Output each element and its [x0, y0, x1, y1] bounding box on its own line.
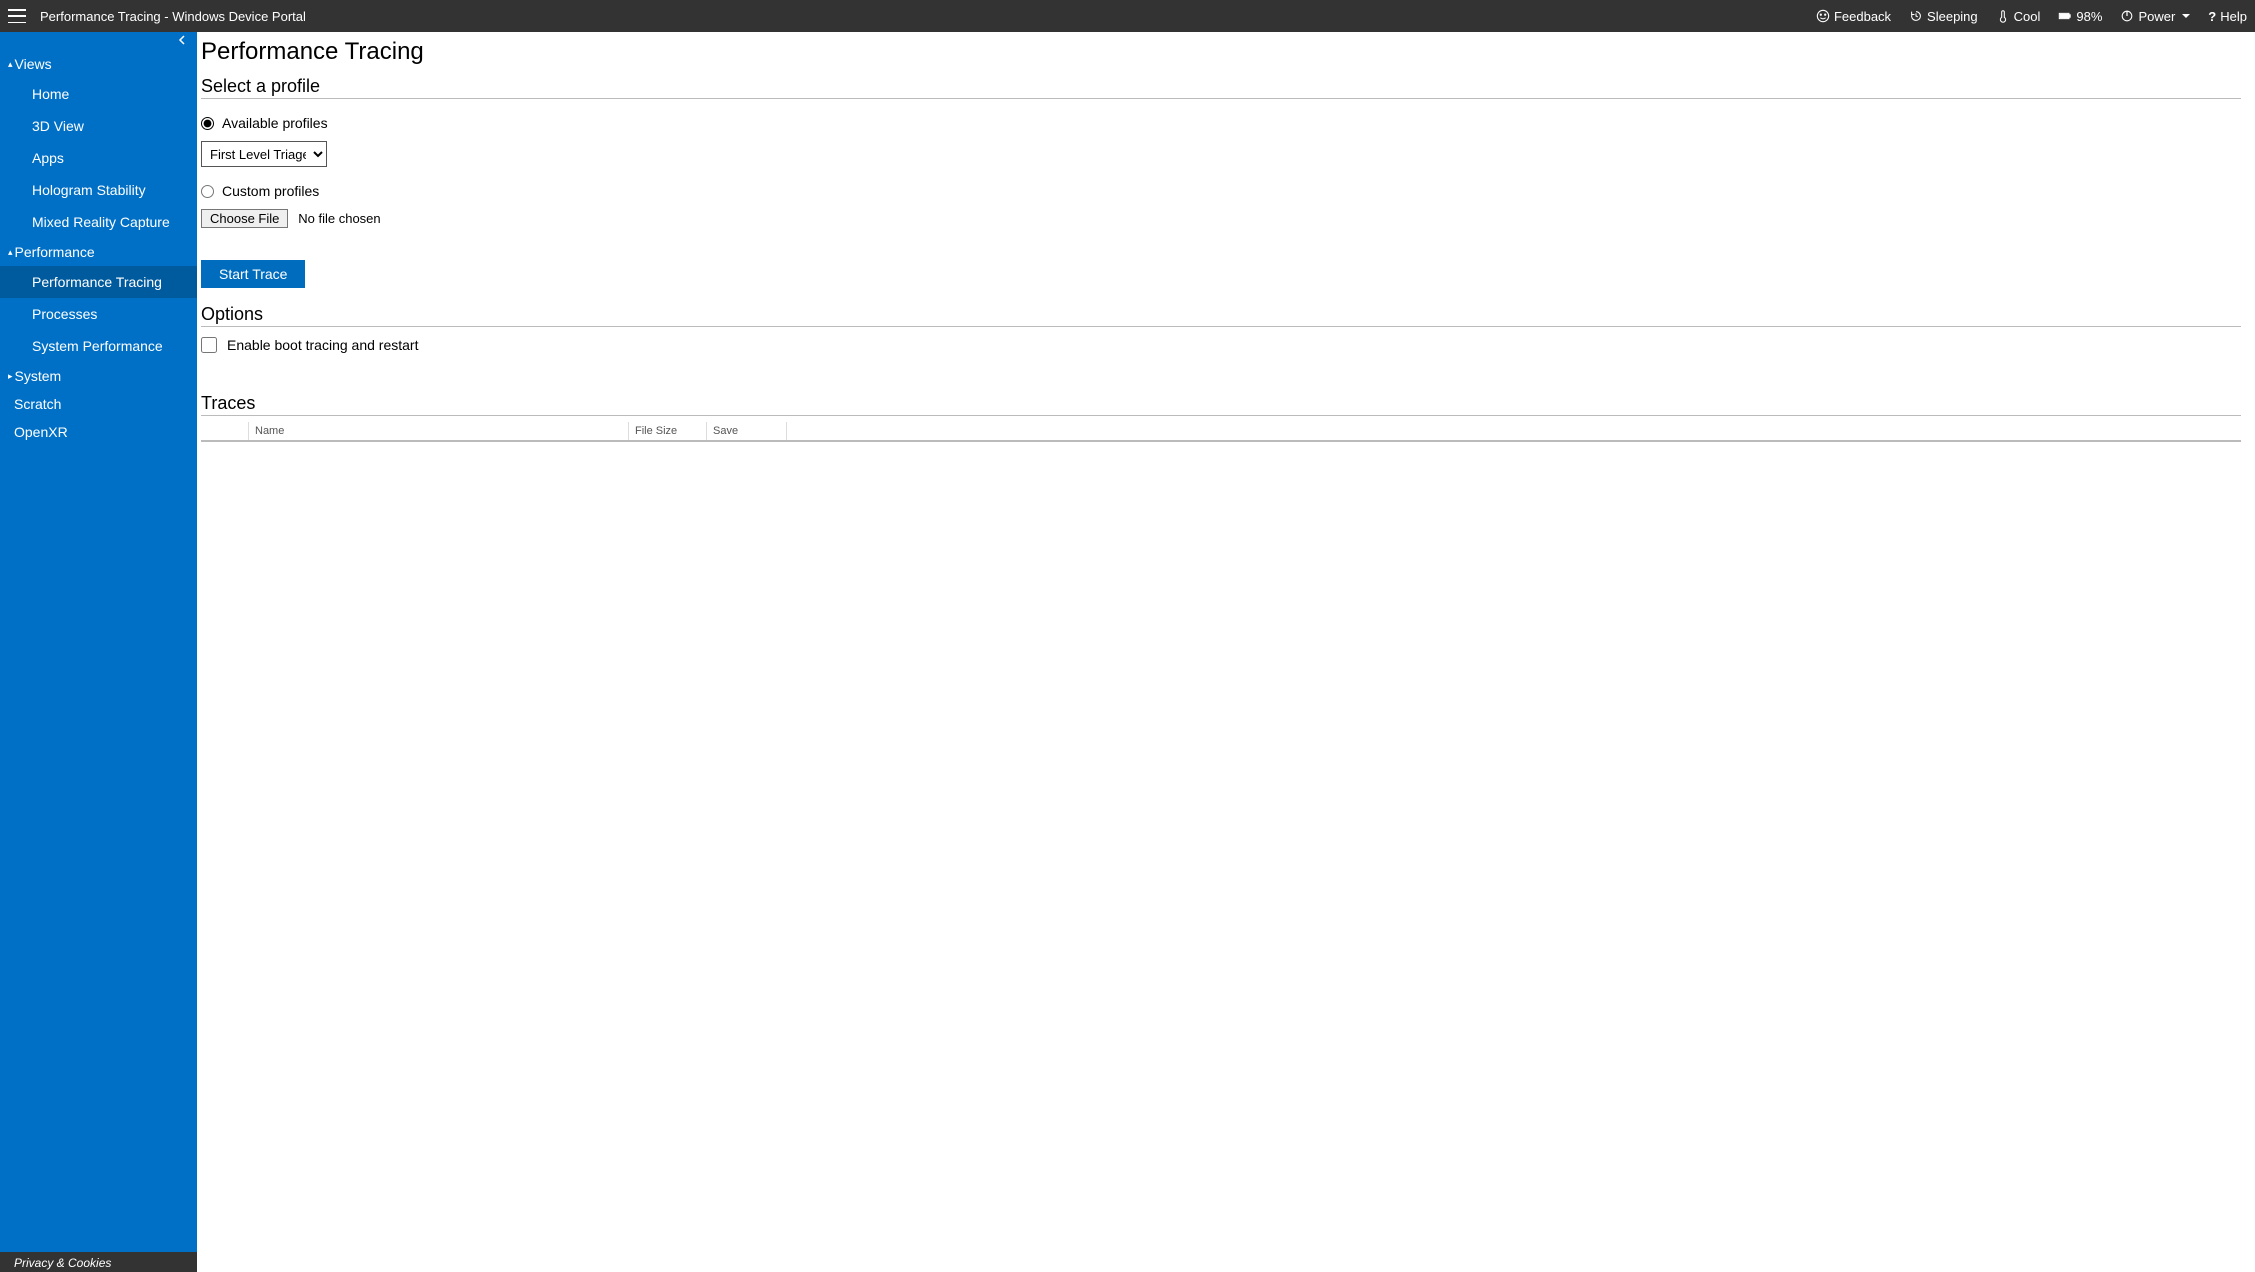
sidebar-item-home[interactable]: Home	[0, 78, 197, 110]
chevron-left-icon	[177, 35, 187, 45]
custom-profiles-radio[interactable]	[201, 185, 214, 198]
sleeping-status[interactable]: Sleeping	[1909, 9, 1978, 24]
privacy-cookies-link[interactable]: Privacy & Cookies	[0, 1252, 197, 1272]
help-button[interactable]: ? Help	[2208, 9, 2247, 24]
traces-table-header: Name File Size Save	[201, 422, 2241, 442]
page-title: Performance Tracing	[201, 38, 2241, 66]
feedback-button[interactable]: Feedback	[1816, 9, 1891, 24]
sleeping-label: Sleeping	[1927, 9, 1978, 24]
sidebar-section-views[interactable]: ▴ Views	[0, 50, 197, 78]
chevron-down-icon	[2182, 14, 2190, 18]
custom-profiles-radio-row: Custom profiles	[201, 183, 2241, 199]
options-heading: Options	[201, 304, 2241, 327]
sidebar-item-processes[interactable]: Processes	[0, 298, 197, 330]
temperature-status[interactable]: Cool	[1996, 9, 2041, 24]
triangle-down-icon: ▴	[8, 248, 13, 257]
triangle-right-icon: ▸	[8, 372, 13, 381]
sidebar-item-scratch[interactable]: Scratch	[0, 390, 197, 418]
traces-col-save: Save	[707, 422, 787, 440]
battery-icon	[2058, 9, 2072, 23]
top-header: Performance Tracing - Windows Device Por…	[0, 0, 2255, 32]
enable-boot-tracing-checkbox[interactable]	[201, 337, 217, 353]
available-profiles-radio-row: Available profiles	[201, 115, 2241, 131]
header-title: Performance Tracing - Windows Device Por…	[40, 9, 306, 24]
power-menu[interactable]: Power	[2120, 9, 2190, 24]
choose-file-button[interactable]: Choose File	[201, 209, 288, 228]
triangle-down-icon: ▴	[8, 60, 13, 69]
power-icon	[2120, 9, 2134, 23]
sidebar: ▴ Views Home 3D View Apps Hologram Stabi…	[0, 32, 197, 1272]
sidebar-collapse-button[interactable]	[0, 32, 197, 50]
battery-status[interactable]: 98%	[2058, 9, 2102, 24]
sidebar-item-system-performance[interactable]: System Performance	[0, 330, 197, 362]
sidebar-item-mixed-reality-capture[interactable]: Mixed Reality Capture	[0, 206, 197, 238]
feedback-label: Feedback	[1834, 9, 1891, 24]
enable-boot-tracing-label: Enable boot tracing and restart	[227, 337, 418, 353]
sidebar-section-label: Views	[15, 56, 52, 72]
sidebar-item-3d-view[interactable]: 3D View	[0, 110, 197, 142]
help-label: Help	[2220, 9, 2247, 24]
available-profiles-radio[interactable]	[201, 117, 214, 130]
traces-col-name: Name	[249, 422, 629, 440]
history-icon	[1909, 9, 1923, 23]
sidebar-item-hologram-stability[interactable]: Hologram Stability	[0, 174, 197, 206]
sidebar-section-label: Performance	[15, 244, 95, 260]
enable-boot-tracing-row: Enable boot tracing and restart	[201, 337, 2241, 353]
thermometer-icon	[1996, 9, 2010, 23]
sidebar-item-performance-tracing[interactable]: Performance Tracing	[0, 266, 197, 298]
main-content: Performance Tracing Select a profile Ava…	[197, 32, 2255, 1272]
traces-heading: Traces	[201, 393, 2241, 416]
sidebar-item-apps[interactable]: Apps	[0, 142, 197, 174]
battery-label: 98%	[2076, 9, 2102, 24]
power-label: Power	[2138, 9, 2175, 24]
no-file-chosen-label: No file chosen	[298, 211, 380, 226]
select-profile-heading: Select a profile	[201, 76, 2241, 99]
temperature-label: Cool	[2014, 9, 2041, 24]
profile-select[interactable]: First Level Triage	[201, 141, 327, 167]
sidebar-item-openxr[interactable]: OpenXR	[0, 418, 197, 446]
traces-col-spacer	[201, 422, 249, 440]
hamburger-icon[interactable]	[8, 9, 26, 23]
sidebar-section-system[interactable]: ▸ System	[0, 362, 197, 390]
traces-col-size: File Size	[629, 422, 707, 440]
help-icon: ?	[2208, 9, 2216, 24]
available-profiles-label: Available profiles	[222, 115, 328, 131]
smile-icon	[1816, 9, 1830, 23]
sidebar-section-label: System	[15, 368, 62, 384]
custom-profiles-label: Custom profiles	[222, 183, 319, 199]
file-picker-row: Choose File No file chosen	[201, 209, 2241, 228]
start-trace-button[interactable]: Start Trace	[201, 260, 305, 288]
sidebar-section-performance[interactable]: ▴ Performance	[0, 238, 197, 266]
